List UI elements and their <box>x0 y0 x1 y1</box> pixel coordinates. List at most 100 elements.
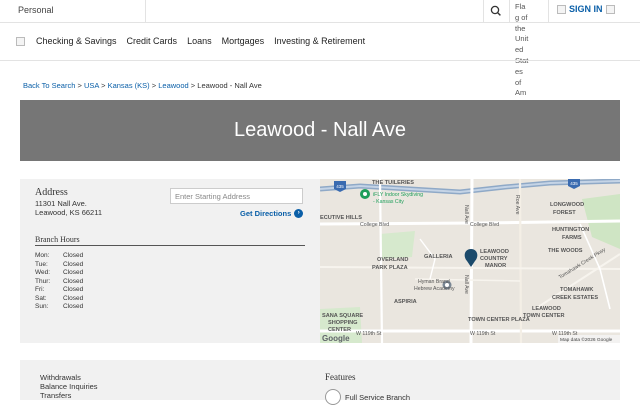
hours-row: Mon: Closed <box>35 252 83 261</box>
hours-time: Closed <box>63 277 84 285</box>
breadcrumb-leawood[interactable]: Leawood <box>158 81 188 90</box>
map-label: PARK PLAZA <box>372 265 408 271</box>
divider <box>483 0 484 22</box>
search-icon <box>490 5 501 16</box>
hours-day: Wed: <box>35 269 51 276</box>
breadcrumb-current: Leawood - Nall Ave <box>197 81 262 90</box>
map-label: GALLERIA <box>424 254 453 260</box>
main-nav: Checking & Savings Credit Cards Loans Mo… <box>0 22 640 61</box>
divider <box>509 0 510 22</box>
lock-icon <box>557 4 566 14</box>
map-attribution[interactable]: Map data ©2026 Google <box>560 336 613 343</box>
branch-map[interactable]: 435 435 THE TUILERIES ECUTIVE HILLS LONG… <box>320 179 620 343</box>
map-label: THE TUILERIES <box>372 180 414 186</box>
map-road-label: College Blvd <box>360 222 389 228</box>
hours-row: Sun: Closed <box>35 303 83 312</box>
google-logo: Google <box>322 334 350 343</box>
breadcrumb-usa[interactable]: USA <box>84 81 99 90</box>
sign-in-label: SIGN IN <box>569 4 603 14</box>
hours-day: Fri: <box>35 286 45 293</box>
bank-building-icon <box>325 389 341 405</box>
address-heading: Address <box>35 187 68 198</box>
divider <box>145 0 146 22</box>
hours-day: Mon: <box>35 252 50 259</box>
map-label: CENTER <box>328 327 351 333</box>
map-road-label: Nall Ave <box>463 205 469 224</box>
feature-item: Full Service Branch <box>325 389 410 405</box>
breadcrumb-back-to-search[interactable]: Back To Search <box>23 81 75 90</box>
hours-time: Closed <box>63 303 84 310</box>
bank-logo[interactable] <box>16 37 25 46</box>
map-road-label: W 119th St <box>470 331 496 337</box>
map-label: ASPIRIA <box>394 299 417 305</box>
map-canvas[interactable]: 435 435 THE TUILERIES ECUTIVE HILLS LONG… <box>320 179 620 343</box>
map-road-label: Roe Ave <box>514 195 520 215</box>
divider <box>548 0 549 22</box>
map-label: ECUTIVE HILLS <box>320 215 362 221</box>
chevron-down-icon <box>605 4 615 14</box>
hours-row: Fri: Closed <box>35 286 83 295</box>
map-label: SANA SQUARE <box>322 313 363 319</box>
map-label: COUNTRY <box>480 256 508 262</box>
map-label: TOMAHAWK <box>560 287 593 293</box>
breadcrumb: Back To Search > USA > Kansas (KS) > Lea… <box>23 81 262 90</box>
hours-time: Closed <box>63 286 84 293</box>
skydiving-poi-icon[interactable] <box>360 189 370 199</box>
hours-day: Sat: <box>35 294 47 302</box>
map-label: OVERLAND <box>377 257 408 263</box>
map-label: LEAWOOD <box>480 249 509 255</box>
hours-table: Mon: Closed Tue: Closed Wed: Closed Thur: Cl… <box>35 252 83 312</box>
hours-time: Closed <box>63 294 84 302</box>
breadcrumb-separator: > <box>190 81 196 90</box>
hours-day: Tue: <box>35 260 48 268</box>
hours-row: Thur: Closed <box>35 278 83 287</box>
map-road-label: W 119th St <box>356 331 382 337</box>
map-poi-label: Hyman Brand <box>418 279 450 285</box>
hours-row: Tue: Closed <box>35 261 83 270</box>
get-directions-label: Get Directions <box>240 209 292 218</box>
nav-links: Checking & Savings Credit Cards Loans Mo… <box>36 36 365 46</box>
nav-item-investing-retirement[interactable]: Investing & Retirement <box>274 36 365 46</box>
nav-item-mortgages[interactable]: Mortgages <box>222 36 265 46</box>
map-label: HUNTINGTON <box>552 227 589 233</box>
page-hero: Leawood - Nall Ave <box>20 100 620 161</box>
map-label: FARMS <box>562 235 582 241</box>
search-button[interactable] <box>487 3 505 19</box>
map-label: FOREST <box>553 210 576 216</box>
hours-row: Sat: Closed <box>35 295 83 304</box>
map-label: LEAWOOD <box>532 306 561 312</box>
hours-time: Closed <box>63 252 84 259</box>
breadcrumb-separator: > <box>77 81 82 90</box>
features-heading: Features <box>325 372 356 382</box>
persona-selector[interactable]: Personal <box>18 5 54 15</box>
starting-address-input[interactable] <box>170 188 303 204</box>
nav-item-checking-savings[interactable]: Checking & Savings <box>36 36 117 46</box>
map-park <box>380 231 415 259</box>
arrow-right-icon: › <box>294 209 304 218</box>
breadcrumb-separator: > <box>151 81 157 90</box>
map-road-label: College Blvd <box>470 222 499 228</box>
map-label: LONGWOOD <box>550 202 584 208</box>
breadcrumb-separator: > <box>101 81 106 90</box>
hours-day: Sun: <box>35 303 49 310</box>
hours-time: Closed <box>63 269 84 276</box>
services-features-panel: Withdrawals Balance Inquiries Transfers … <box>20 360 620 405</box>
branch-hours-heading: Branch Hours <box>35 235 80 244</box>
hours-time: Closed <box>63 260 84 268</box>
map-road-label: Nall Ave <box>463 275 469 294</box>
map-label: TOWN CENTER PLAZA <box>468 317 530 323</box>
feature-label: Full Service Branch <box>345 392 411 402</box>
get-directions-button[interactable]: Get Directions › <box>240 209 304 218</box>
breadcrumb-kansas[interactable]: Kansas (KS) <box>108 81 150 90</box>
svg-text:435: 435 <box>570 181 578 186</box>
nav-item-loans[interactable]: Loans <box>187 36 212 46</box>
svg-text:435: 435 <box>336 184 344 189</box>
nav-item-credit-cards[interactable]: Credit Cards <box>127 36 178 46</box>
map-poi-label: Hebrew Academy <box>414 286 455 292</box>
map-label: SHOPPING <box>328 320 358 326</box>
map-label: CREEK ESTATES <box>552 295 598 301</box>
hours-day: Thur: <box>35 277 51 285</box>
page-title: Leawood - Nall Ave <box>234 119 406 141</box>
sign-in-button[interactable]: SIGN IN <box>557 4 615 14</box>
map-poi-label: - Kansas City <box>373 199 404 205</box>
